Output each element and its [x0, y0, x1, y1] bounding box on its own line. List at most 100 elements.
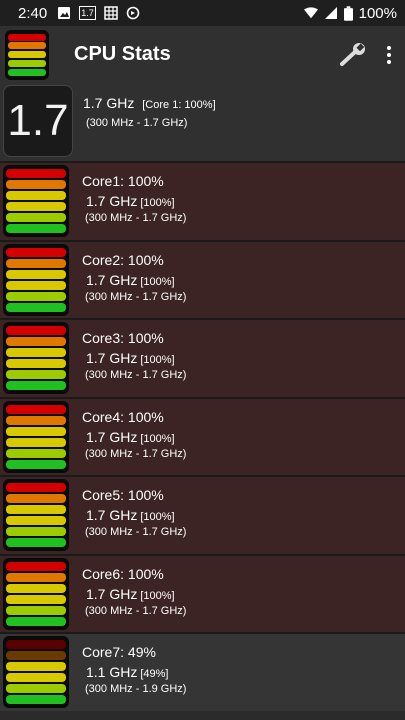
meter-segment: [6, 213, 66, 222]
meter-segment: [6, 695, 66, 704]
meter-segment: [6, 337, 66, 346]
core-name: Core1: 100%: [82, 173, 164, 189]
core-load-meter: [3, 479, 69, 551]
meter-segment: [6, 437, 66, 447]
meter-segment: [6, 426, 66, 436]
battery-icon: [343, 5, 353, 21]
core-frequency: 1.7 GHz: [86, 193, 138, 209]
core-row[interactable]: Core7: 49% 1.1 GHz [49%] (300 MHz - 1.9 GHz…: [0, 632, 405, 711]
meter-segment: [6, 169, 66, 178]
meter-segment: [6, 348, 66, 357]
app-title: CPU Stats: [74, 43, 171, 65]
core-row[interactable]: Core2: 100% 1.7 GHz [100%] (300 MHz - 1.7 G…: [0, 239, 405, 318]
core-name: Core6: 100%: [82, 565, 164, 582]
wrench-icon[interactable]: [339, 42, 369, 67]
core-range: (300 MHz - 1.7 GHz): [85, 212, 187, 224]
core-name: Core5: 100%: [82, 487, 164, 503]
meter-segment: [6, 538, 66, 547]
current-frequency-display: 1.7: [3, 85, 73, 157]
core-row[interactable]: Core5: 100% 1.7 GHz [100%] (300 MHz - 1.7 G…: [0, 475, 405, 554]
meter-segment: [6, 202, 66, 211]
cpu-summary: 1.7 1.7 GHz [Core 1: 100%] (300 MHz - 1.…: [0, 83, 405, 161]
core-load-meter: [3, 557, 69, 630]
app-logo-icon: [5, 29, 49, 80]
meter-segment: [6, 191, 66, 200]
core-range: (300 MHz - 1.9 GHz): [85, 683, 187, 695]
core-range: (300 MHz - 1.7 GHz): [85, 526, 187, 538]
meter-segment: [6, 640, 66, 649]
app-bar: CPU Stats: [0, 26, 405, 83]
battery-percent: 100%: [358, 4, 397, 22]
meter-segment: [6, 326, 66, 335]
core-load-meter: [3, 322, 69, 394]
meter-segment: [6, 561, 66, 571]
meter-segment: [6, 224, 66, 233]
core-row[interactable]: Core4: 100% 1.7 GHz [100%] (300 MHz - 1.7 G…: [0, 396, 405, 475]
core-percent: [100%]: [140, 197, 175, 209]
core-percent: [100%]: [140, 589, 175, 602]
meter-segment: [6, 616, 66, 626]
meter-segment: [6, 247, 66, 257]
core-percent: [100%]: [140, 354, 175, 366]
core-frequency: 1.7 GHz: [86, 271, 138, 288]
status-bar: 2:40 1.7 100%: [0, 0, 405, 26]
core-name: Core7: 49%: [82, 644, 156, 660]
core-list: Core1: 100% 1.7 GHz [100%] (300 MHz - 1.7 G…: [0, 161, 405, 711]
core-range: (300 MHz - 1.7 GHz): [85, 604, 187, 617]
status-time: 2:40: [18, 4, 48, 22]
summary-range: (300 MHz - 1.7 GHz): [86, 117, 188, 129]
meter-segment: [6, 381, 66, 390]
meter-segment: [6, 673, 66, 682]
core-row[interactable]: Core3: 100% 1.7 GHz [100%] (300 MHz - 1.7 G…: [0, 318, 405, 397]
meter-segment: [6, 494, 66, 503]
meter-segment: [6, 359, 66, 368]
meter-segment: [6, 291, 66, 301]
meter-segment: [6, 180, 66, 189]
core-load-meter: [3, 165, 69, 237]
meter-segment: [6, 415, 66, 425]
core-frequency: 1.7 GHz: [86, 585, 138, 602]
meter-segment: [6, 280, 66, 290]
cpu-notification-icon: 1.7: [79, 6, 96, 20]
meter-segment: [6, 651, 66, 660]
core-name: Core2: 100%: [82, 251, 164, 268]
sync-notification-icon: [126, 6, 140, 20]
core-load-meter: [3, 636, 69, 708]
meter-segment: [6, 370, 66, 379]
meter-segment: [6, 662, 66, 671]
meter-segment: [6, 258, 66, 268]
meter-segment: [6, 505, 66, 514]
more-vert-icon[interactable]: [387, 45, 391, 64]
core-load-meter: [3, 243, 69, 316]
meter-segment: [6, 459, 66, 469]
core-percent: [100%]: [140, 511, 175, 523]
core-frequency: 1.7 GHz: [86, 350, 138, 366]
core-frequency: 1.7 GHz: [86, 428, 138, 445]
summary-core-detail: [Core 1: 100%]: [142, 99, 216, 111]
core-name: Core4: 100%: [82, 408, 164, 425]
core-percent: [100%]: [140, 275, 175, 288]
meter-segment: [6, 302, 66, 312]
meter-segment: [6, 516, 66, 525]
summary-frequency: 1.7 GHz: [83, 95, 135, 111]
core-row[interactable]: Core6: 100% 1.7 GHz [100%] (300 MHz - 1.7 G…: [0, 553, 405, 632]
core-frequency: 1.1 GHz: [86, 664, 138, 680]
core-range: (300 MHz - 1.7 GHz): [85, 369, 187, 381]
core-load-meter: [3, 400, 69, 473]
meter-segment: [6, 594, 66, 604]
signal-icon: [324, 7, 337, 19]
meter-segment: [6, 572, 66, 582]
meter-segment: [6, 583, 66, 593]
grid-notification-icon: [103, 6, 118, 20]
meter-segment: [6, 404, 66, 414]
meter-segment: [6, 483, 66, 492]
meter-segment: [6, 527, 66, 536]
meter-segment: [6, 448, 66, 458]
core-range: (300 MHz - 1.7 GHz): [85, 290, 187, 303]
core-row[interactable]: Core1: 100% 1.7 GHz [100%] (300 MHz - 1.7 G…: [0, 161, 405, 240]
image-notification-icon: [58, 7, 71, 19]
core-percent: [100%]: [140, 432, 175, 445]
core-range: (300 MHz - 1.7 GHz): [85, 447, 187, 460]
core-percent: [49%]: [140, 668, 169, 680]
core-frequency: 1.7 GHz: [86, 507, 138, 523]
